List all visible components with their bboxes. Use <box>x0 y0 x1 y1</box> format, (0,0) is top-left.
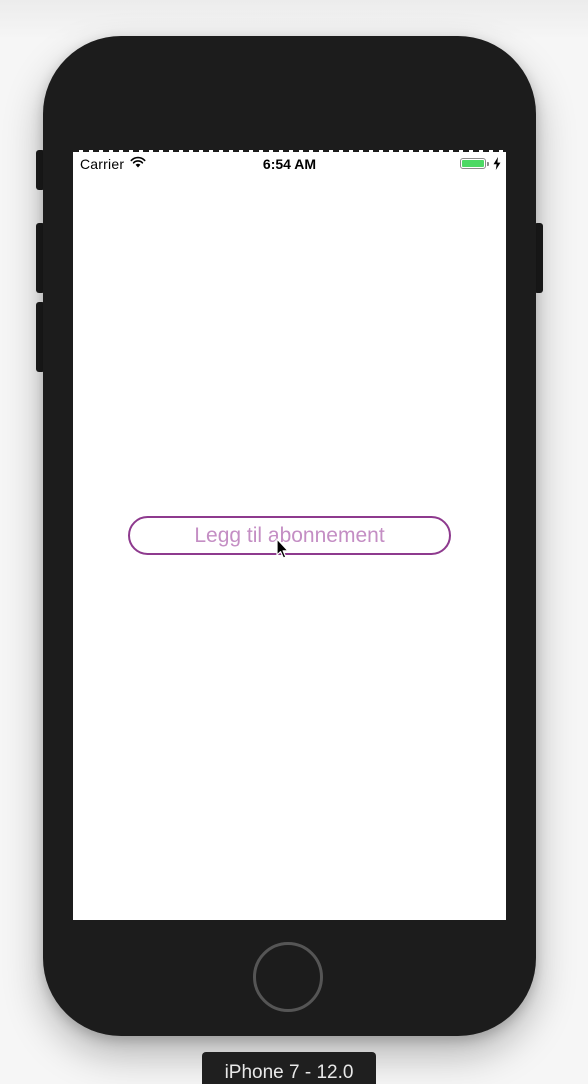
device-screen: Carrier 6:54 AM Legg til abonnement <box>73 150 506 920</box>
device-name-text: iPhone 7 - 12.0 <box>224 1062 354 1083</box>
battery-level-fill <box>462 160 484 167</box>
simulator-window: Carrier 6:54 AM Legg til abonnement iPho… <box>0 0 588 1084</box>
status-time: 6:54 AM <box>262 156 317 172</box>
home-button[interactable] <box>253 942 323 1012</box>
battery-cap <box>487 162 489 166</box>
battery-icon <box>460 158 486 169</box>
status-bar: Carrier 6:54 AM <box>73 152 506 174</box>
charging-bolt-icon <box>493 157 501 170</box>
mouse-pointer-icon <box>276 538 289 559</box>
device-name-label: iPhone 7 - 12.0 <box>202 1052 376 1084</box>
